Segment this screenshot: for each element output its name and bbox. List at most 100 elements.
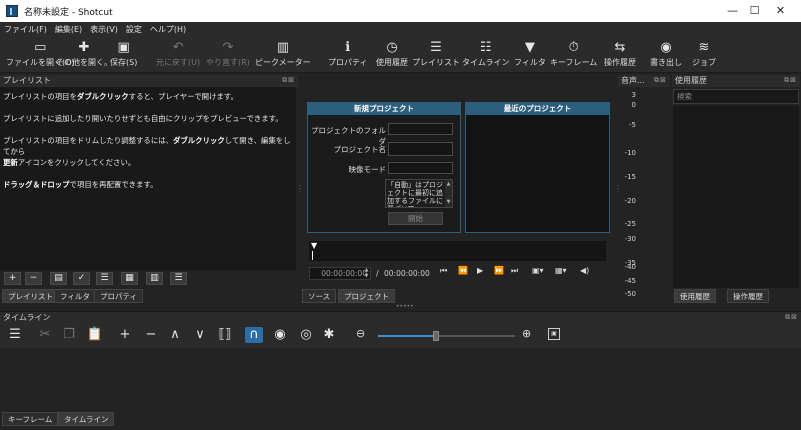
toolbar-button[interactable]: ↷ やり直す(R) (206, 39, 250, 68)
tab-2[interactable]: プロパティ (94, 289, 144, 303)
playlist-area[interactable]: プレイリストの項目をダブルクリックすると、プレイヤーで開けます。 プレイリストに追… (0, 87, 296, 270)
playlist-menu-button[interactable]: ☰ (170, 272, 187, 285)
toolbar-button[interactable]: ⇆ 操作履歴 (604, 39, 636, 68)
toolbar-button[interactable]: ℹ プロパティ (328, 39, 368, 68)
menu-help[interactable]: ヘルプ(H) (146, 22, 190, 37)
menu-file[interactable]: ファイル(F) (0, 22, 51, 37)
close-button[interactable]: ✕ (758, 0, 801, 22)
copy-icon[interactable]: ❐ (60, 327, 78, 343)
hint-text: で項目を再配置できます。 (69, 180, 158, 189)
fast-forward-icon[interactable]: ⏩ (494, 266, 504, 275)
video-mode-select[interactable] (388, 162, 453, 174)
toolbar-button[interactable]: ◉ 書き出し (650, 39, 682, 68)
paste-icon[interactable]: 📋 (86, 327, 104, 343)
tab-1[interactable]: プロジェクト (338, 289, 395, 303)
toolbar-button[interactable]: ↶ 元に戻す(U) (156, 39, 200, 68)
skip-next-icon[interactable]: ⏭ (511, 266, 518, 276)
playlist-tabs: プレイリスト フィルタ プロパティ (0, 289, 296, 304)
play-icon[interactable]: ▶ (477, 266, 483, 275)
lift-icon[interactable]: ∧ (166, 327, 184, 343)
main-toolbar: ▭ ファイルを開く(O) ✚ その他を開く。 ▣ 保存(S) ↶ 元に戻す(U) ↷ やり直す(R… (0, 37, 801, 73)
meter-scale-label: -50 (624, 289, 636, 298)
tab-1[interactable]: フィルタ (54, 289, 96, 303)
toolbar-button[interactable]: ☷ タイムライン (462, 39, 509, 68)
tab-1[interactable]: 操作履歴 (727, 289, 769, 303)
playlist-tiles-view-button[interactable]: ▦ (121, 272, 138, 285)
zoom-in-icon[interactable]: ⊕ (522, 327, 531, 340)
split-icon[interactable]: ⟦⟧ (216, 327, 234, 343)
playlist-add-button[interactable]: + (4, 272, 21, 285)
history-search-input[interactable]: 検索 (673, 89, 799, 104)
zoom-slider[interactable] (378, 331, 515, 341)
zoom-fit-icon[interactable]: ▣ (548, 328, 560, 340)
zoom-toggle-icon[interactable]: ▣▾ (532, 266, 544, 275)
toolbar-button[interactable]: ▥ ピークメーター (255, 39, 311, 68)
tab-0[interactable]: 使用履歴 (674, 289, 716, 303)
duration-timecode: 00:00:00:00 (384, 269, 430, 278)
toolbar-button[interactable]: ⏱ キーフレーム (550, 39, 597, 68)
playlist-icons-view-button[interactable]: ▥ (146, 272, 163, 285)
playlist-update-button[interactable]: ▤ (50, 272, 67, 285)
skip-previous-icon[interactable]: ⏮ (440, 266, 447, 276)
overwrite-icon[interactable]: ∨ (191, 327, 209, 343)
history-list[interactable] (673, 106, 799, 288)
undo-history-icon: ⇆ (614, 40, 626, 55)
meter-scale-label: -5 (629, 120, 636, 129)
zoom-slider-handle[interactable] (432, 331, 439, 341)
menu-edit[interactable]: 編集(E) (51, 22, 86, 37)
toolbar-label: その他を開く。 (56, 58, 112, 67)
panel-float-close-icon[interactable]: ⧉⊠ (784, 76, 797, 85)
zoom-out-icon[interactable]: ⊖ (356, 327, 365, 340)
volume-icon[interactable]: ◀) (580, 266, 589, 275)
tab-0[interactable]: プレイリスト (2, 289, 59, 303)
toolbar-button[interactable]: ☰ プレイリスト (412, 39, 460, 68)
timeline-menu-icon[interactable]: ☰ (6, 327, 24, 343)
panel-float-close-icon[interactable]: ⧉⊠ (282, 76, 295, 85)
timecode-spin-icon[interactable]: ▲ ▼ (362, 267, 371, 280)
tab-1[interactable]: タイムライン (58, 412, 115, 426)
timeline-tracks-area[interactable] (0, 348, 801, 410)
snap-icon[interactable]: ∩ (245, 327, 263, 343)
append-icon[interactable]: + (116, 327, 134, 343)
hint-text: アイコンをクリックしてください。 (17, 158, 136, 167)
panel-float-close-icon[interactable]: ⧉⊠ (654, 76, 667, 85)
start-button[interactable]: 開始 (388, 212, 443, 225)
menu-bar: ファイル(F) 編集(E) 表示(V) 設定 ヘルプ(H) (0, 22, 801, 37)
note-scrollbar[interactable]: ▲ ▼ (445, 180, 452, 207)
recent-projects-panel[interactable]: 最近のプロジェクト (465, 102, 610, 233)
playhead-marker-icon: ▼ (311, 241, 318, 250)
toolbar-button[interactable]: ◷ 使用履歴 (376, 39, 408, 68)
project-name-field[interactable] (388, 142, 453, 156)
playlist-remove-button[interactable]: − (25, 272, 42, 285)
playlist-check-button[interactable]: ✓ (73, 272, 90, 285)
tab-0[interactable]: ソース (302, 289, 337, 303)
toolbar-button[interactable]: ✚ その他を開く。 (56, 39, 112, 68)
toolbar-button[interactable]: ▣ 保存(S) (110, 39, 137, 68)
panel-float-close-icon[interactable]: ⧉⊠ (785, 313, 798, 322)
hint-text: すると、プレイヤーで開けます。 (128, 92, 238, 101)
menu-settings[interactable]: 設定 (122, 22, 146, 37)
project-folder-field[interactable] (388, 123, 453, 135)
playlist-list-view-button[interactable]: ☰ (96, 272, 113, 285)
history-header: 使用履歴 ⧉⊠ (672, 75, 800, 87)
menu-view[interactable]: 表示(V) (86, 22, 122, 37)
tab-0[interactable]: キーフレーム (2, 412, 59, 426)
meter-scale-label: -10 (624, 148, 636, 157)
video-mode-note: 「自動」はプロジェクトに最初に追加するファイルに基づいて (385, 179, 453, 208)
scrub-icon[interactable]: ◉ (271, 327, 289, 343)
hint-bold: ダブルクリック (173, 136, 225, 145)
toolbar-button[interactable]: ▼ フィルタ (514, 39, 546, 68)
rewind-icon[interactable]: ⏪ (458, 266, 468, 275)
ripple-all-icon[interactable]: ✱ (320, 327, 338, 343)
remove-icon[interactable]: − (142, 327, 160, 343)
open-other-icon: ✚ (78, 40, 90, 55)
splitter-handle[interactable]: · · · (617, 183, 619, 196)
splitter-handle[interactable]: ••••• (396, 303, 414, 310)
toolbar-label: 書き出し (650, 58, 682, 67)
splitter-handle[interactable]: · · · (299, 183, 301, 196)
ripple-icon[interactable]: ◎ (297, 327, 315, 343)
cut-icon[interactable]: ✂ (36, 327, 54, 343)
grid-icon[interactable]: ▦▾ (555, 266, 567, 275)
toolbar-button[interactable]: ≋ ジョブ (692, 39, 716, 68)
scrub-bar[interactable]: ▼ (309, 241, 606, 261)
